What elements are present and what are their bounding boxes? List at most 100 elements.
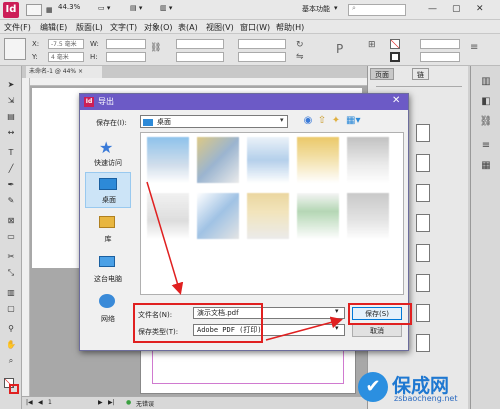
panel-menu-icon[interactable]: ≡: [470, 42, 478, 53]
eyedropper-tool-icon[interactable]: ⚲: [5, 324, 17, 334]
type-tool-icon[interactable]: T: [5, 148, 17, 158]
page-thumb[interactable]: [416, 124, 430, 142]
selection-tool-icon[interactable]: ➤: [5, 80, 17, 90]
file-list[interactable]: [140, 132, 404, 295]
search-input[interactable]: [348, 4, 406, 16]
cancel-button[interactable]: 取消: [352, 324, 402, 337]
file-item[interactable]: [297, 193, 339, 239]
w-field[interactable]: [106, 39, 146, 49]
pen-tool-icon[interactable]: ✒: [5, 180, 17, 190]
page-thumb[interactable]: [416, 334, 430, 352]
links-panel-icon[interactable]: ⛓: [475, 114, 497, 130]
maximize-button[interactable]: ▢: [452, 4, 461, 14]
file-item[interactable]: [197, 193, 239, 239]
menu-help[interactable]: 帮助(H): [276, 22, 304, 33]
links-tab[interactable]: 链: [412, 68, 429, 80]
dialog-title-bar[interactable]: Id 导出 ✕: [80, 94, 408, 110]
view-menu-icon[interactable]: ▦▾: [346, 115, 360, 127]
rotate-field[interactable]: [238, 39, 286, 49]
gap-tool-icon[interactable]: ↔: [5, 128, 17, 138]
fill-swatch-icon[interactable]: [390, 39, 400, 49]
scissors-tool-icon[interactable]: ✂: [5, 252, 17, 262]
menu-window[interactable]: 窗口(W): [240, 22, 270, 33]
file-item[interactable]: [147, 137, 189, 183]
h-field[interactable]: [106, 52, 146, 62]
minimize-button[interactable]: —: [428, 4, 437, 14]
page-thumb[interactable]: [416, 304, 430, 322]
file-item[interactable]: [147, 193, 189, 239]
file-item[interactable]: [247, 193, 289, 239]
menu-table[interactable]: 表(A): [178, 22, 198, 33]
pencil-tool-icon[interactable]: ✎: [5, 196, 17, 206]
place-desktop[interactable]: 桌面: [85, 172, 131, 208]
note-tool-icon[interactable]: ▢: [5, 304, 17, 314]
file-item[interactable]: [347, 137, 389, 183]
page-thumb[interactable]: [416, 154, 430, 172]
shear-field[interactable]: [238, 52, 286, 62]
zoom-tool-icon[interactable]: ⌕: [5, 356, 17, 366]
line-tool-icon[interactable]: ╱: [5, 164, 17, 174]
stroke-weight-field[interactable]: [420, 39, 460, 49]
menu-object[interactable]: 对象(O): [144, 22, 173, 33]
chevron-down-icon[interactable]: ▾: [335, 307, 339, 315]
chevron-down-icon[interactable]: ▾: [335, 324, 339, 332]
workspace-switcher[interactable]: 基本功能: [302, 4, 330, 14]
rectangle-frame-tool-icon[interactable]: ⊠: [5, 216, 17, 226]
place-libraries[interactable]: 库: [85, 212, 131, 248]
dialog-close-icon[interactable]: ✕: [392, 95, 400, 106]
menu-type[interactable]: 文字(T): [110, 22, 137, 33]
chevron-down-icon[interactable]: ▾: [280, 116, 284, 124]
scale-x-field[interactable]: [176, 39, 224, 49]
stroke-swatch-icon[interactable]: [390, 52, 400, 62]
swatches-panel-icon[interactable]: ▦: [475, 158, 497, 174]
screen-mode-icon[interactable]: ▭ ▾: [98, 4, 110, 12]
scale-y-field[interactable]: [176, 52, 224, 62]
up-folder-icon[interactable]: ⇧: [316, 115, 328, 127]
free-transform-tool-icon[interactable]: ⤡: [5, 268, 17, 278]
layers-panel-icon[interactable]: ◧: [475, 94, 497, 110]
new-folder-icon[interactable]: ✦: [330, 115, 342, 127]
close-button[interactable]: ✕: [476, 4, 484, 14]
rectangle-tool-icon[interactable]: ▭: [5, 232, 17, 242]
direct-selection-tool-icon[interactable]: ⇲: [5, 96, 17, 106]
place-this-pc[interactable]: 这台电脑: [85, 252, 131, 288]
page-thumb[interactable]: [416, 274, 430, 292]
text-frame-icon[interactable]: P: [336, 42, 343, 56]
y-field[interactable]: 4 毫米: [48, 52, 84, 62]
place-network[interactable]: 网络: [85, 292, 131, 328]
page-number[interactable]: 1: [48, 399, 52, 406]
stroke-panel-icon[interactable]: ≡: [475, 138, 497, 154]
file-item[interactable]: [297, 137, 339, 183]
menu-view[interactable]: 视图(V): [206, 22, 234, 33]
page-thumb[interactable]: [416, 244, 430, 262]
file-item[interactable]: [347, 193, 389, 239]
prev-page-icon[interactable]: ◀: [38, 399, 43, 406]
stroke-type-field[interactable]: [420, 52, 460, 62]
view-options-icon[interactable]: ▤ ▾: [130, 4, 142, 12]
arrange-icon[interactable]: ▥ ▾: [160, 4, 172, 12]
first-page-icon[interactable]: |◀: [26, 399, 33, 406]
menu-file[interactable]: 文件(F): [4, 22, 31, 33]
file-item[interactable]: [197, 137, 239, 183]
stroke-color-icon[interactable]: [9, 384, 19, 394]
hand-tool-icon[interactable]: ✋: [5, 340, 17, 350]
page-thumb[interactable]: [416, 184, 430, 202]
pages-panel-icon[interactable]: ▥: [475, 74, 497, 90]
reference-point-icon[interactable]: [4, 38, 26, 60]
document-tab[interactable]: 未命名-1 @ 44% ×: [26, 66, 102, 78]
flip-icon[interactable]: ⇋: [296, 52, 304, 62]
bridge-icon[interactable]: [26, 4, 42, 16]
preflight-status[interactable]: 无错误: [136, 399, 154, 408]
menu-edit[interactable]: 编辑(E): [40, 22, 67, 33]
zoom-level[interactable]: 44.3%: [58, 3, 80, 11]
next-page-icon[interactable]: ▶: [98, 399, 103, 406]
save-in-select[interactable]: 桌面: [140, 115, 288, 128]
pages-tab[interactable]: 页面: [370, 68, 394, 80]
place-quick-access[interactable]: ★ 快速访问: [85, 136, 131, 172]
menu-layout[interactable]: 版面(L): [76, 22, 103, 33]
page-thumb[interactable]: [416, 214, 430, 232]
select-container-icon[interactable]: ⊞: [368, 40, 376, 50]
gradient-tool-icon[interactable]: ▥: [5, 288, 17, 298]
file-item[interactable]: [247, 137, 289, 183]
constrain-link-icon[interactable]: ⛓: [150, 43, 161, 53]
